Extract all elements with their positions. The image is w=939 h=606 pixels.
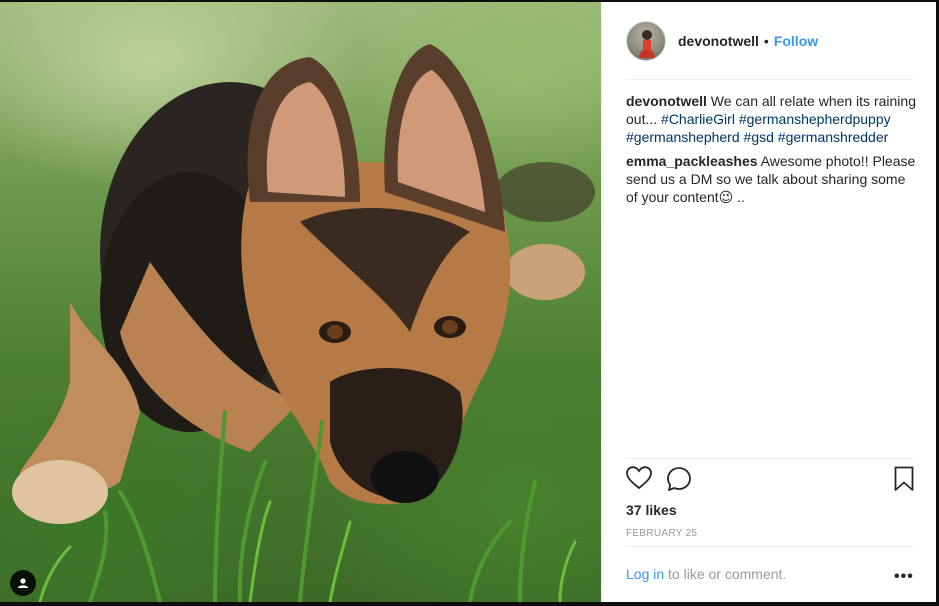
login-prompt: Log in to like or comment. [626,566,786,582]
hashtag-link[interactable]: #germanshepherdpuppy [739,111,891,127]
footer-divider [626,546,913,547]
bookmark-icon [894,466,914,491]
caption-comment: devonotwell We can all relate when its r… [626,92,916,146]
hashtag-link[interactable]: #CharlieGirl [661,111,735,127]
comment-button[interactable] [666,466,692,497]
login-prompt-text: to like or comment. [664,566,787,582]
save-button[interactable] [894,466,914,497]
like-button[interactable] [626,466,652,495]
post-date[interactable]: FEBRUARY 25 [626,528,697,539]
list-item: emma_packleashes Awesome photo!! Please … [626,152,916,206]
actions-divider [626,458,913,459]
follow-button[interactable]: Follow [774,33,818,49]
header-divider [626,79,913,80]
person-icon [18,578,28,588]
comments-list: devonotwell We can all relate when its r… [626,92,916,212]
profile-tag-badge[interactable] [10,570,36,596]
more-options-button[interactable]: ••• [894,568,914,586]
hashtag-link[interactable]: #gsd [744,129,774,145]
hashtag-link[interactable]: #germanshepherd [626,129,740,145]
dog-illustration [12,44,595,602]
login-link[interactable]: Log in [626,566,664,582]
separator-dot: • [763,33,769,49]
heart-icon [626,466,652,490]
username-link[interactable]: devonotwell [678,33,759,49]
action-bar [626,466,916,496]
comment-username[interactable]: emma_packleashes [626,153,758,169]
hashtag-link[interactable]: #germanshredder [778,129,889,145]
comment-icon [667,467,691,491]
avatar[interactable] [626,21,666,61]
post-header: devonotwell • Follow [602,2,937,80]
comment-username[interactable]: devonotwell [626,93,707,109]
post-photo[interactable] [0,2,601,602]
avatar-figure [639,30,655,58]
likes-count[interactable]: 37 likes [626,502,677,518]
post-side-panel: devonotwell • Follow devonotwell We can … [601,2,936,602]
